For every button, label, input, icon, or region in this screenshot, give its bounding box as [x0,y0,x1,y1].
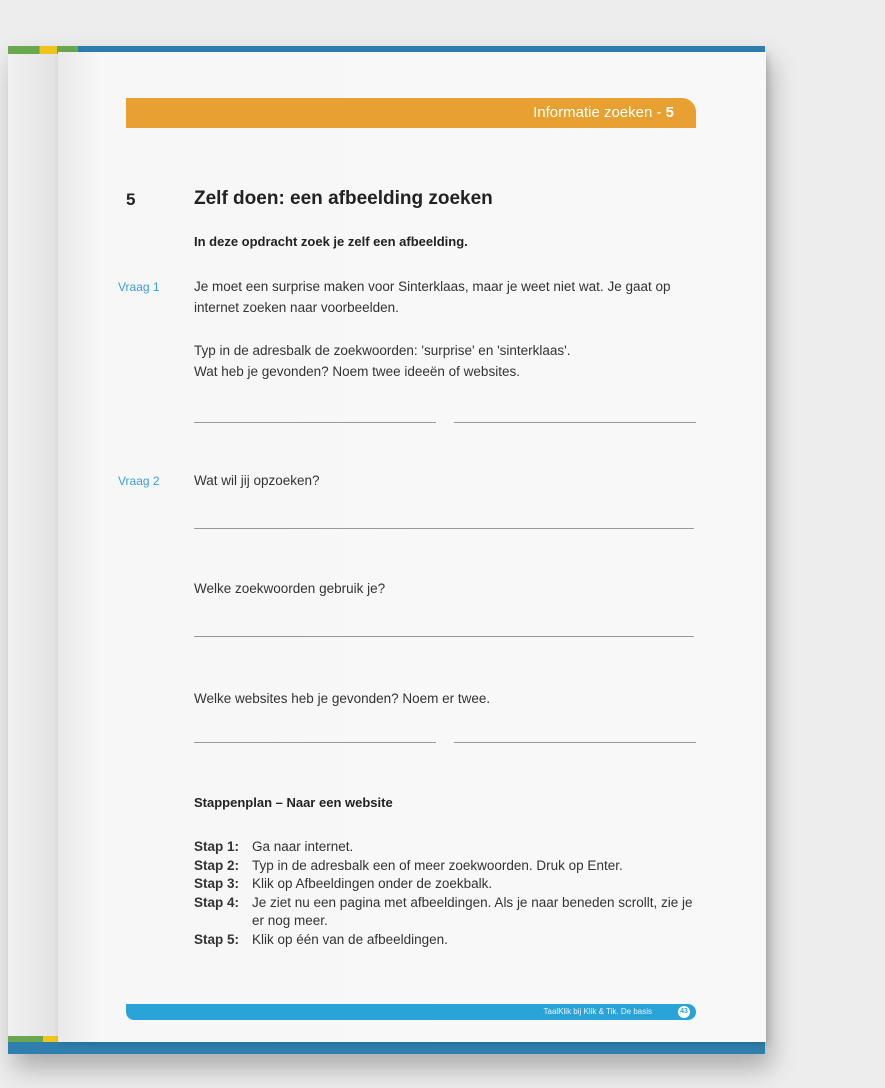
step-text: Klik op één van de afbeeldingen. [252,931,448,947]
chapter-number: 5 [665,104,674,121]
vraag-2-question-2: Welke zoekwoorden gebruik je? [194,581,386,596]
section-number: 5 [126,190,136,209]
vraag-1-text: Je moet een surprise maken voor Sinterkl… [194,279,671,315]
step-text: Je ziet nu een pagina met afbeeldingen. … [252,894,693,929]
answer-line-2a[interactable] [194,528,694,529]
step-label: Stap 3: [194,876,240,891]
chapter-title: Informatie zoeken - [533,104,666,121]
answer-line-2d[interactable] [454,742,696,743]
section-title: Zelf doen: een afbeelding zoeken [194,188,493,209]
footer-text: TaalKlik bij Klik & Tik. De basis [543,1007,652,1016]
stappenplan-list: Stap 1: Ga naar internet. Stap 2: Typ in d… [194,838,694,949]
step-text: Typ in de adresbalk een of meer zoekwoor… [252,857,623,873]
step-item: Stap 3: Klik op Afbeeldingen onder de zoe… [194,875,694,894]
step-item: Stap 2: Typ in de adresbalk een of meer z… [194,857,694,876]
answer-line-1b[interactable] [454,422,696,423]
step-label: Stap 5: [194,931,240,947]
vraag-2-label: Vraag 2 [118,474,160,488]
vraag-1-label: Vraag 1 [118,280,160,294]
workbook-page: Informatie zoeken - 5 5 Zelf doen: een a… [58,52,766,1042]
step-item: Stap 5: Klik op één van de afbeeldingen. [194,931,694,950]
vraag-1-question: Wat heb je gevonden? Noem twee ideeën of… [194,364,520,379]
book-scene: Informatie zoeken - 5 5 Zelf doen: een a… [0,0,885,1088]
answer-line-2c[interactable] [194,742,436,743]
answer-line-2b[interactable] [194,636,694,637]
step-label: Stap 2: [194,857,240,873]
section-intro: In deze opdracht zoek je zelf een afbeel… [194,234,468,249]
step-text: Ga naar internet. [252,839,354,854]
vraag-1-instruction: Typ in de adresbalk de zoekwoorden: 'sur… [194,343,571,358]
step-label: Stap 4: [194,894,240,910]
answer-line-1a[interactable] [194,422,436,423]
page-number: 43 [678,1006,690,1018]
stappenplan-title: Stappenplan – Naar een website [194,795,393,810]
chapter-header: Informatie zoeken - 5 [126,98,696,128]
page-footer: TaalKlik bij Klik & Tik. De basis 43 [126,1004,696,1020]
step-text: Klik op Afbeeldingen onder de zoekbalk. [252,876,493,891]
step-label: Stap 1: [194,839,240,854]
step-item: Stap 4: Je ziet nu een pagina met afbeeld… [194,894,694,931]
step-item: Stap 1: Ga naar internet. [194,838,694,857]
vraag-2-question-1: Wat wil jij opzoeken? [194,473,320,488]
vraag-2-question-3: Welke websites heb je gevonden? Noem er … [194,691,491,706]
